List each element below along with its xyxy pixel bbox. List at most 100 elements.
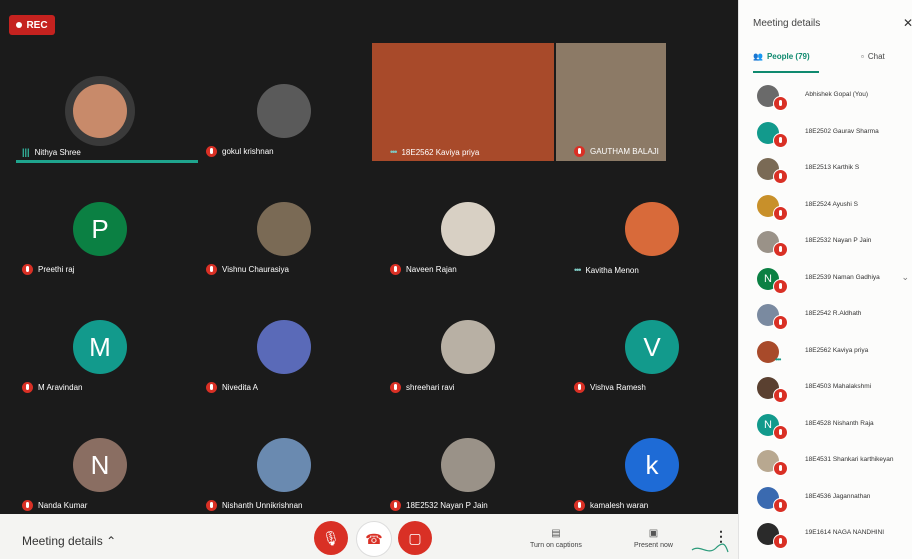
meeting-details-button[interactable]: Meeting details ⌃ (22, 534, 116, 548)
participant-label: Nivedita A (206, 382, 258, 393)
captions-button[interactable]: ▤ Turn on captions (530, 528, 582, 549)
mic-off-icon (773, 169, 788, 184)
participant-name: kamalesh waran (590, 501, 649, 510)
participant-tile[interactable]: N Nanda Kumar (8, 397, 192, 514)
participant-row[interactable]: 18E4536 Jagannathan (757, 483, 912, 513)
leave-call-button[interactable]: ☎ (356, 521, 392, 557)
participant-avatar (257, 320, 311, 375)
participant-tile[interactable]: P Preethi raj (8, 161, 192, 279)
participant-row[interactable]: 18E2502 Gaurav Sharma (757, 118, 912, 148)
participant-grid: REC ||| Nithya Shree gokul krishnan ••• 18E2… (0, 0, 738, 514)
participant-tile[interactable]: Naveen Rajan (376, 161, 560, 279)
participant-avatar (441, 320, 495, 375)
mic-off-icon (773, 497, 788, 513)
participant-label: Vishva Ramesh (574, 382, 646, 393)
participant-name: 18E2532 Nayan P Jain (805, 237, 872, 244)
participant-name: 19E1614 NAGA NANDHINI (805, 529, 885, 536)
participant-name: Naveen Rajan (406, 265, 457, 274)
participant-name: 18E2562 Kaviya priya (805, 346, 869, 354)
close-icon[interactable]: ✕ (903, 16, 912, 30)
participant-name: Vishva Ramesh (590, 383, 646, 392)
present-icon: ▣ (648, 528, 659, 539)
tab-people[interactable]: 👥 People (79) (753, 52, 810, 61)
participant-row[interactable]: 18E2524 Ayushi S (757, 191, 912, 221)
dots-icon: ••• (390, 147, 398, 157)
mic-off-icon (773, 388, 788, 403)
participant-tile[interactable]: Nivedita A (192, 279, 376, 397)
active-tab-indicator (753, 71, 819, 73)
participant-label: Vishnu Chaurasiya (206, 264, 289, 275)
mic-off-icon (773, 132, 788, 148)
speaking-icon: ||| (22, 147, 30, 157)
participant-name: 18E2542 R.Aldhath (805, 310, 862, 317)
participant-row[interactable]: 18E4503 Mahalakshmi (757, 373, 912, 403)
mic-off-icon (206, 146, 217, 157)
mic-off-icon (773, 424, 788, 440)
chat-icon: ▫ (861, 52, 864, 61)
participant-row[interactable]: ••• 18E2562 Kaviya priya (757, 337, 912, 367)
participant-name: 18E2502 Gaurav Sharma (805, 127, 879, 135)
participant-tile[interactable]: k kamalesh waran (560, 397, 738, 514)
participant-label: 18E2532 Nayan P Jain (390, 500, 488, 511)
mic-off-button[interactable]: 🎙 (314, 521, 348, 555)
mic-off-icon (22, 500, 33, 511)
bottom-bar: Meeting details ⌃ 🎙 ☎ ▢ ▤ Turn on caption… (0, 514, 738, 559)
participant-avatar: P (73, 202, 127, 257)
participant-tile[interactable]: M M Aravindan (8, 279, 192, 397)
participant-name: M Aravindan (38, 383, 83, 392)
participant-label: gokul krishnan (206, 146, 274, 157)
participant-name: 18E2562 Kaviya priya (401, 147, 480, 157)
participant-row[interactable]: N 18E2539 Naman Gadhiya ⌄ (757, 264, 912, 294)
participant-row[interactable]: 19E1614 NAGA NANDHINI (757, 519, 912, 549)
mic-off-icon: 🎙 (322, 529, 340, 546)
present-now-button[interactable]: ▣ Present now (634, 528, 673, 549)
tab-chat[interactable]: ▫ Chat (861, 52, 885, 61)
participant-name: 18E2513 Karthik S (805, 164, 860, 171)
mic-off-icon (574, 146, 585, 157)
rec-label: REC (26, 19, 48, 31)
participant-row[interactable]: 18E2513 Karthik S (757, 154, 912, 184)
panel-title: Meeting details (753, 18, 821, 29)
dots-icon: ••• (775, 354, 781, 364)
participant-label: Nishanth Unnikrishnan (206, 500, 303, 511)
participant-name: 18E4503 Mahalakshmi (805, 383, 872, 390)
participant-tile[interactable]: shreehari ravi (376, 279, 560, 397)
mic-off-icon (773, 461, 788, 476)
pen-scribble (691, 543, 729, 553)
participant-row[interactable]: 18E2532 Nayan P Jain (757, 227, 912, 257)
participant-tile[interactable]: V Vishva Ramesh (560, 279, 738, 397)
participant-avatar: M (73, 320, 127, 375)
participant-tile[interactable]: ••• Kavitha Menon (560, 161, 738, 279)
mic-off-icon (206, 382, 217, 393)
camera-off-icon: ▢ (408, 529, 422, 546)
participant-avatar: N (73, 438, 127, 493)
participant-tile[interactable]: Vishnu Chaurasiya (192, 161, 376, 279)
mic-off-icon (773, 242, 788, 257)
participant-video (556, 43, 666, 161)
participant-name: 18E4528 Nishanth Raja (805, 419, 874, 427)
participant-name: Nithya Shree (34, 147, 81, 157)
camera-off-button[interactable]: ▢ (398, 521, 432, 555)
captions-label: Turn on captions (530, 542, 582, 549)
chevron-down-icon[interactable]: ⌄ (901, 272, 909, 283)
participant-name: 18E4531 Shankari karthikeyan (805, 456, 894, 463)
participant-name: gokul krishnan (222, 147, 274, 156)
participant-tile[interactable]: ••• 18E2562 Kaviya priya (372, 43, 560, 161)
participant-avatar: k (625, 438, 679, 493)
participant-avatar: V (625, 320, 679, 375)
participant-tile[interactable]: 18E2532 Nayan P Jain (376, 397, 560, 514)
participant-row[interactable]: 18E4531 Shankari karthikeyan (757, 446, 912, 476)
participant-name: Preethi raj (38, 265, 75, 274)
participant-tile[interactable]: ||| Nithya Shree (8, 43, 198, 163)
participant-tile[interactable]: Nishanth Unnikrishnan (192, 397, 376, 514)
participant-tile[interactable]: GAUTHAM BALAJI (556, 43, 738, 161)
participant-name: Kavitha Menon (585, 265, 639, 275)
mic-off-icon (773, 534, 788, 549)
participant-row[interactable]: N 18E4528 Nishanth Raja (757, 410, 912, 440)
participant-avatar (441, 438, 495, 493)
mic-off-icon (773, 278, 788, 294)
participant-row[interactable]: Abhishek Gopal (You) (757, 81, 912, 111)
participant-tile[interactable]: gokul krishnan (192, 43, 376, 161)
participant-row[interactable]: 18E2542 R.Aldhath (757, 300, 912, 330)
mic-off-icon (574, 500, 585, 511)
